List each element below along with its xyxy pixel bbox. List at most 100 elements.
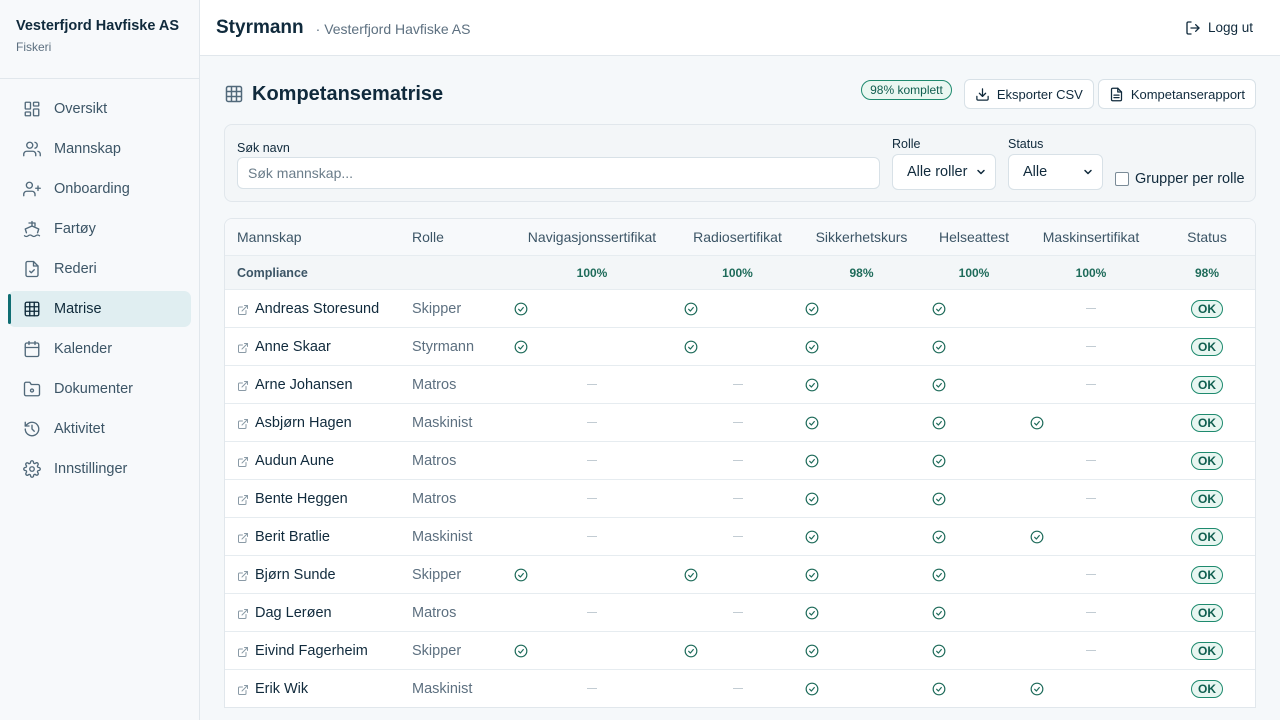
check-circle-icon <box>932 682 946 696</box>
cert-cell-safety <box>798 442 925 479</box>
sidebar-item-aktivitet[interactable]: Aktivitet <box>8 411 191 447</box>
crew-name[interactable]: Audun Aune <box>255 453 334 469</box>
crew-name[interactable]: Andreas Storesund <box>255 301 379 317</box>
crew-name[interactable]: Eivind Fagerheim <box>255 643 368 659</box>
crew-name[interactable]: Anne Skaar <box>255 339 331 355</box>
cert-valid <box>677 290 798 327</box>
group-by-role-toggle[interactable]: Grupper per rolle <box>1115 171 1245 187</box>
role-filter-select[interactable]: Alle roller <box>892 154 996 190</box>
sidebar-item-rederi[interactable]: Rederi <box>8 251 191 287</box>
crew-role: Maskinist <box>412 680 473 697</box>
table-row[interactable]: Andreas Storesund Skipper OK <box>225 289 1255 327</box>
cert-valid <box>925 670 1023 707</box>
sidebar-item-mannskap[interactable]: Mannskap <box>8 131 191 167</box>
external-link-icon[interactable] <box>237 417 249 429</box>
col-header-radio-cert[interactable]: Radiosertifikat <box>677 229 798 245</box>
sidebar-item-oversikt[interactable]: Oversikt <box>8 91 191 127</box>
table-row[interactable]: Eivind Fagerheim Skipper OK <box>225 631 1255 669</box>
sidebar-item-matrise[interactable]: Matrise <box>8 291 191 327</box>
external-link-icon[interactable] <box>237 683 249 695</box>
competence-report-button[interactable]: Kompetanserapport <box>1097 79 1256 109</box>
check-circle-icon <box>932 644 946 658</box>
external-link-icon[interactable] <box>237 303 249 315</box>
table-row[interactable]: Berit Bratlie Maskinist OK <box>225 517 1255 555</box>
crew-name-cell[interactable]: Bjørn Sunde <box>225 567 412 583</box>
cert-cell-safety <box>798 366 925 403</box>
search-input[interactable] <box>237 157 880 189</box>
crew-name[interactable]: Erik Wik <box>255 681 308 697</box>
col-header-health-cert[interactable]: Helseattest <box>925 229 1023 245</box>
sidebar-item-kalender[interactable]: Kalender <box>8 331 191 367</box>
check-circle-icon <box>805 606 819 620</box>
cert-cell-engine <box>1023 480 1159 517</box>
status-filter-select[interactable]: Alle <box>1008 154 1103 190</box>
sidebar-item-fartøy[interactable]: Fartøy <box>8 211 191 247</box>
external-link-icon[interactable] <box>237 341 249 353</box>
check-circle-icon <box>805 568 819 582</box>
crew-name-cell[interactable]: Audun Aune <box>225 453 412 469</box>
crew-name-cell[interactable]: Dag Lerøen <box>225 605 412 621</box>
external-link-icon[interactable] <box>237 379 249 391</box>
export-csv-button[interactable]: Eksporter CSV <box>963 79 1094 109</box>
crew-name-cell[interactable]: Asbjørn Hagen <box>225 415 412 431</box>
table-row[interactable]: Bjørn Sunde Skipper OK <box>225 555 1255 593</box>
crew-name[interactable]: Dag Lerøen <box>255 605 332 621</box>
external-link-icon[interactable] <box>237 455 249 467</box>
col-header-crew[interactable]: Mannskap <box>225 229 412 245</box>
sidebar-item-innstillinger[interactable]: Innstillinger <box>8 451 191 487</box>
group-by-role-checkbox[interactable] <box>1115 172 1129 186</box>
external-link-icon[interactable] <box>237 531 249 543</box>
table-row[interactable]: Audun Aune Matros OK <box>225 441 1255 479</box>
external-link-icon[interactable] <box>237 569 249 581</box>
table-row[interactable]: Erik Wik Maskinist OK <box>225 669 1255 707</box>
cert-cell-health <box>925 328 1023 365</box>
external-link-icon[interactable] <box>237 645 249 657</box>
table-row[interactable]: Bente Heggen Matros OK <box>225 479 1255 517</box>
col-header-role[interactable]: Rolle <box>412 229 507 245</box>
status-badge: OK <box>1191 603 1223 622</box>
crew-name-cell[interactable]: Arne Johansen <box>225 377 412 393</box>
cert-cell-navigation <box>507 366 677 403</box>
crew-name[interactable]: Berit Bratlie <box>255 529 330 545</box>
logout-button[interactable]: Logg ut <box>1185 20 1253 36</box>
external-link-icon[interactable] <box>237 493 249 505</box>
col-header-engine-cert[interactable]: Maskinsertifikat <box>1023 229 1159 245</box>
crew-name-cell[interactable]: Andreas Storesund <box>225 301 412 317</box>
check-circle-icon <box>514 302 528 316</box>
crew-name[interactable]: Asbjørn Hagen <box>255 415 352 431</box>
crew-name-cell[interactable]: Berit Bratlie <box>225 529 412 545</box>
cert-cell-health <box>925 670 1023 707</box>
ship-icon <box>22 219 42 239</box>
crew-name[interactable]: Bjørn Sunde <box>255 567 336 583</box>
table-row[interactable]: Asbjørn Hagen Maskinist OK <box>225 403 1255 441</box>
cert-cell-safety <box>798 594 925 631</box>
table-row[interactable]: Dag Lerøen Matros OK <box>225 593 1255 631</box>
role-filter-label: Rolle <box>892 137 921 151</box>
cert-cell-safety <box>798 480 925 517</box>
grid-icon <box>225 85 243 103</box>
cert-not-required <box>1023 442 1159 479</box>
col-header-navigation-cert[interactable]: Navigasjonssertifikat <box>507 229 677 245</box>
col-header-status[interactable]: Status <box>1159 229 1255 245</box>
external-link-icon[interactable] <box>237 607 249 619</box>
crew-name-cell[interactable]: Eivind Fagerheim <box>225 643 412 659</box>
crew-role-cell: Matros <box>412 604 507 622</box>
crew-name[interactable]: Arne Johansen <box>255 377 353 393</box>
crew-name-cell[interactable]: Erik Wik <box>225 681 412 697</box>
crew-name-cell[interactable]: Anne Skaar <box>225 339 412 355</box>
cert-cell-health <box>925 556 1023 593</box>
dash-icon <box>1086 574 1096 575</box>
crew-role: Skipper <box>412 300 462 317</box>
crew-name-cell[interactable]: Bente Heggen <box>225 491 412 507</box>
folder-icon <box>22 379 42 399</box>
check-circle-icon <box>805 416 819 430</box>
status-cell: OK <box>1159 603 1255 622</box>
check-circle-icon <box>805 530 819 544</box>
cert-cell-safety <box>798 670 925 707</box>
col-header-safety-course[interactable]: Sikkerhetskurs <box>798 229 925 245</box>
sidebar-item-onboarding[interactable]: Onboarding <box>8 171 191 207</box>
table-row[interactable]: Arne Johansen Matros OK <box>225 365 1255 403</box>
sidebar-item-dokumenter[interactable]: Dokumenter <box>8 371 191 407</box>
table-row[interactable]: Anne Skaar Styrmann OK <box>225 327 1255 365</box>
crew-name[interactable]: Bente Heggen <box>255 491 348 507</box>
